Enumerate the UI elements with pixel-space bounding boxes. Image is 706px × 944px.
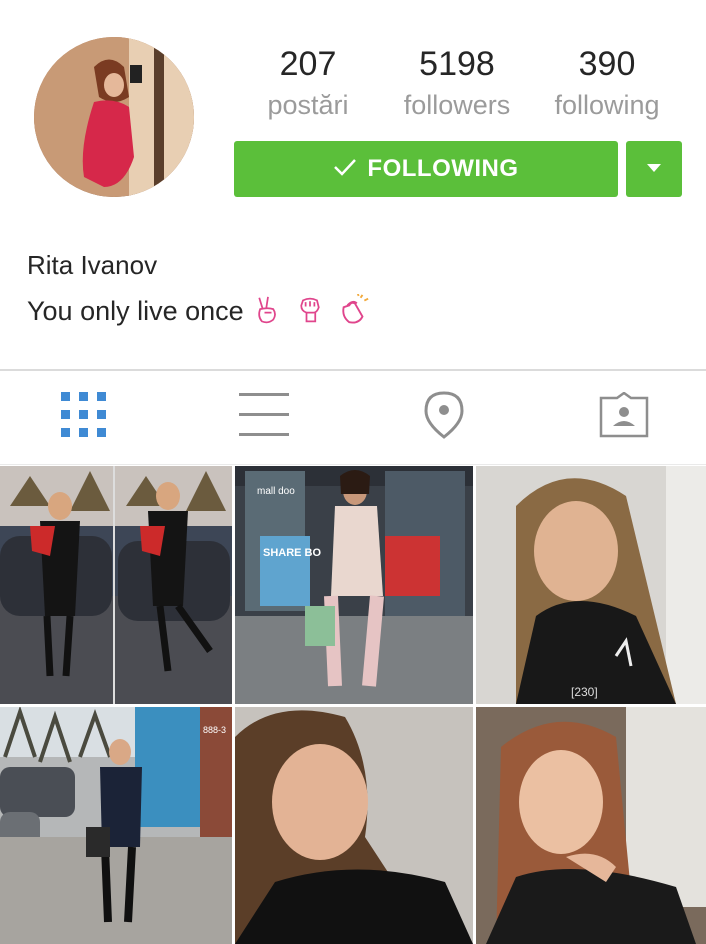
posts-stat[interactable]: 207 postări xyxy=(238,44,378,123)
caret-down-icon xyxy=(646,160,662,178)
raised-fist-emoji xyxy=(296,294,328,328)
profile-bio: You only live once xyxy=(27,293,370,328)
list-icon xyxy=(239,392,289,442)
photo2-sign-top: mall doo xyxy=(257,486,295,497)
photo4-sign: 888-3 xyxy=(203,725,226,735)
following-label: following xyxy=(554,90,660,120)
checkmark-icon xyxy=(333,157,357,182)
grid-icon xyxy=(61,391,107,443)
grid-photo-2[interactable]: SHARE BO mall doo xyxy=(235,466,473,704)
followers-stat[interactable]: 5198 followers xyxy=(387,44,527,123)
posts-count: 207 xyxy=(279,45,337,83)
profile-name: Rita Ivanov xyxy=(27,250,158,280)
victory-hand-emoji xyxy=(254,294,286,328)
bio-text: You only live once xyxy=(27,295,244,326)
profile-avatar[interactable] xyxy=(34,37,194,197)
follow-options-dropdown[interactable] xyxy=(626,141,682,197)
section-divider xyxy=(0,369,706,371)
tabs-bottom-divider xyxy=(0,464,706,465)
grid-photo-1[interactable] xyxy=(0,466,232,704)
photo-grid: SHARE BO mall doo [230] 888-3 xyxy=(0,466,706,944)
following-button[interactable]: FOLLOWING xyxy=(234,141,618,197)
tab-tagged[interactable] xyxy=(589,385,659,449)
following-button-label: FOLLOWING xyxy=(367,155,519,182)
photo2-sign: SHARE BO xyxy=(263,547,322,559)
grid-photo-6[interactable] xyxy=(476,707,706,944)
posts-label: postări xyxy=(267,90,349,120)
tagged-photos-icon xyxy=(599,390,649,443)
photo3-shirt-text: [230] xyxy=(571,685,598,699)
following-count: 390 xyxy=(578,45,636,83)
grid-photo-3[interactable]: [230] xyxy=(476,466,706,704)
following-stat[interactable]: 390 following xyxy=(537,44,677,123)
followers-count: 5198 xyxy=(419,45,495,83)
tab-places[interactable] xyxy=(409,385,479,449)
tab-grid[interactable] xyxy=(49,385,119,449)
followers-label: followers xyxy=(403,90,511,120)
grid-photo-5[interactable] xyxy=(235,707,473,944)
grid-photo-4[interactable]: 888-3 xyxy=(0,707,232,944)
tab-list[interactable] xyxy=(229,385,299,449)
location-pin-icon xyxy=(423,390,465,444)
clapping-hands-emoji xyxy=(338,293,370,328)
